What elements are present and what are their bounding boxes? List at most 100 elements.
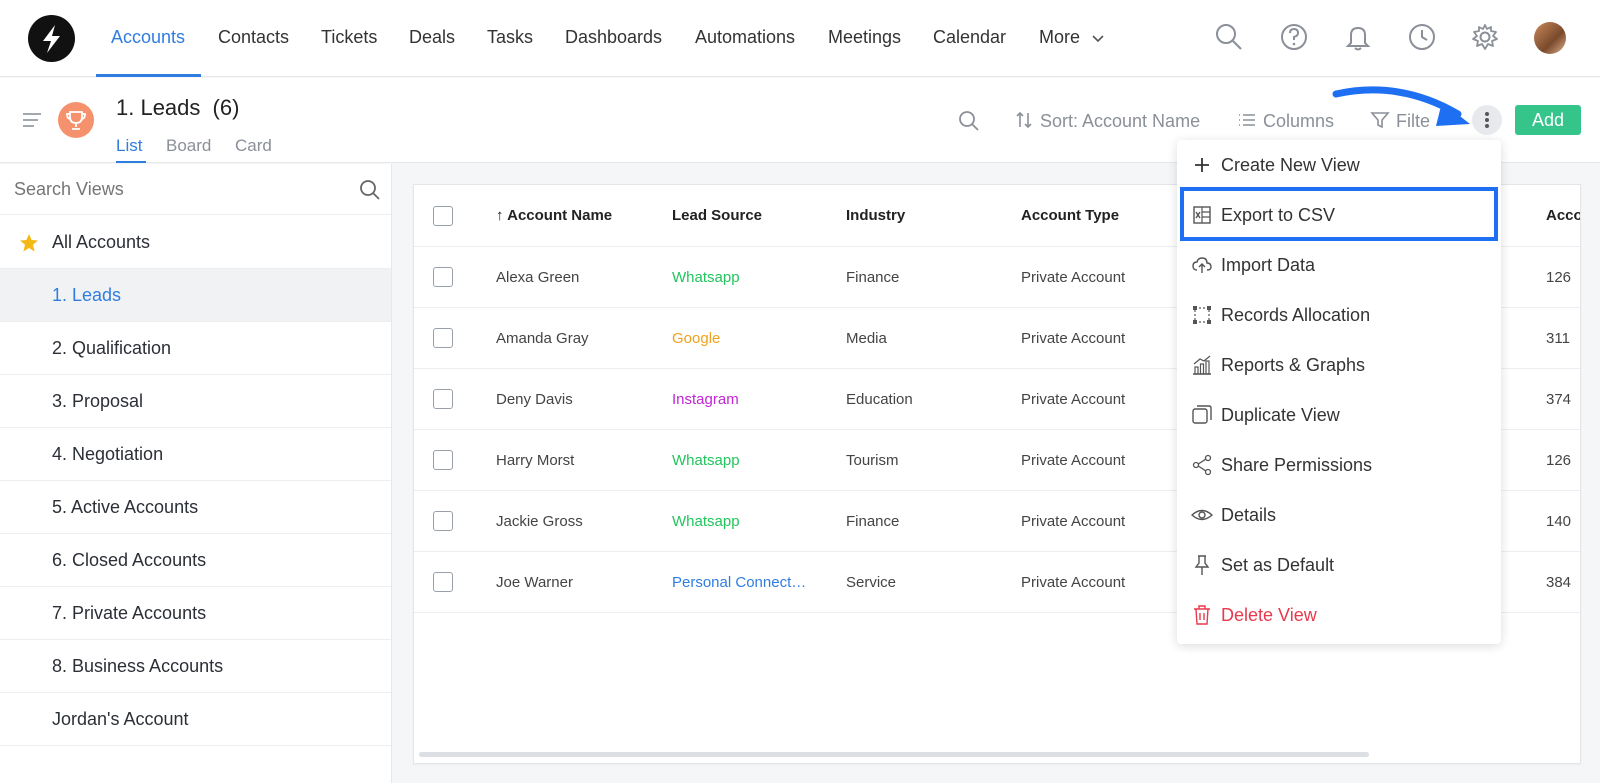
menu-item-import-data[interactable]: Import Data	[1177, 240, 1501, 290]
nav-tickets[interactable]: Tickets	[321, 27, 377, 48]
nav-more[interactable]: More	[1039, 27, 1105, 48]
top-navigation: Accounts Contacts Tickets Deals Tasks Da…	[0, 0, 1600, 77]
menu-item-set-as-default[interactable]: Set as Default	[1177, 540, 1501, 590]
nav-automations[interactable]: Automations	[695, 27, 795, 48]
sort-arrow-icon: ↑	[496, 207, 504, 224]
menu-item-label: Duplicate View	[1221, 405, 1340, 425]
row-checkbox[interactable]	[433, 389, 453, 409]
columns-label: Columns	[1263, 111, 1335, 131]
nav-calendar[interactable]: Calendar	[933, 27, 1006, 48]
nav-meetings[interactable]: Meetings	[828, 27, 901, 48]
cell-acco: 126	[1546, 452, 1572, 469]
cloud-upload-icon	[1192, 257, 1212, 273]
row-checkbox[interactable]	[433, 450, 453, 470]
clock-icon[interactable]	[1407, 22, 1437, 52]
plus-icon	[1195, 158, 1209, 172]
menu-item-records-allocation[interactable]: Records Allocation	[1177, 290, 1501, 340]
search-views-input[interactable]	[0, 165, 391, 215]
cell-industry: Service	[846, 574, 897, 591]
sidebar-item-qualification[interactable]: 2. Qualification	[0, 322, 391, 375]
row-checkbox[interactable]	[433, 572, 453, 592]
logo-icon	[43, 25, 60, 53]
nav-accounts[interactable]: Accounts	[111, 27, 185, 48]
horizontal-scrollbar[interactable]	[419, 752, 1369, 757]
column-header-account-name[interactable]: ↑ Account Name	[496, 207, 612, 224]
menu-item-create-new-view[interactable]: Create New View	[1177, 140, 1501, 190]
tab-board[interactable]: Board	[166, 136, 211, 156]
nav-deals[interactable]: Deals	[409, 27, 455, 48]
sidebar-item-closed-accounts[interactable]: 6. Closed Accounts	[0, 534, 391, 587]
cell-account-name[interactable]: Joe Warner	[496, 574, 573, 591]
eye-icon	[1191, 509, 1213, 521]
nav-tasks[interactable]: Tasks	[487, 27, 533, 48]
sidebar-item-label: 6. Closed Accounts	[52, 550, 207, 570]
cell-industry: Media	[846, 330, 887, 347]
menu-item-label: Create New View	[1221, 155, 1360, 175]
menu-item-label: Share Permissions	[1221, 455, 1373, 475]
select-all-checkbox[interactable]	[433, 206, 453, 226]
cell-account-type: Private Account	[1021, 269, 1126, 286]
view-search-icon[interactable]	[958, 110, 980, 132]
menu-item-label: Delete View	[1221, 605, 1317, 625]
cell-account-type: Private Account	[1021, 330, 1126, 347]
column-header-lead-source[interactable]: Lead Source	[672, 207, 762, 224]
cell-account-name[interactable]: Jackie Gross	[496, 513, 583, 530]
cell-account-name[interactable]: Harry Morst	[496, 452, 574, 469]
column-header-industry[interactable]: Industry	[846, 207, 905, 224]
cell-lead-source: Google	[672, 330, 721, 347]
column-header-account-type[interactable]: Account Type	[1021, 207, 1119, 224]
sidebar-item-label: 8. Business Accounts	[52, 656, 224, 676]
menu-item-delete-view[interactable]: Delete View	[1177, 590, 1501, 640]
sidebar-item-label: 2. Qualification	[52, 338, 172, 358]
gear-icon[interactable]	[1470, 22, 1500, 52]
sidebar-item-jordans-account[interactable]: Jordan's Account	[0, 693, 391, 746]
sidebar-item-label: 3. Proposal	[52, 391, 144, 411]
columns-button[interactable]: Columns	[1237, 110, 1334, 132]
active-nav-indicator	[96, 74, 201, 77]
help-icon[interactable]	[1279, 22, 1309, 52]
row-checkbox[interactable]	[433, 328, 453, 348]
cell-account-name[interactable]: Deny Davis	[496, 391, 573, 408]
column-header-acco[interactable]: Acco	[1546, 207, 1580, 224]
menu-item-label: Import Data	[1221, 255, 1316, 275]
user-avatar[interactable]	[1534, 22, 1566, 54]
add-button[interactable]: Add	[1515, 105, 1581, 135]
nav-contacts[interactable]: Contacts	[218, 27, 289, 48]
sidebar-item-business-accounts[interactable]: 8. Business Accounts	[0, 640, 391, 693]
hamburger-menu-icon[interactable]	[22, 112, 42, 128]
sidebar-item-leads[interactable]: 1. Leads	[0, 269, 391, 322]
sidebar-item-all-accounts[interactable]: All Accounts	[0, 216, 391, 269]
sidebar-item-proposal[interactable]: 3. Proposal	[0, 375, 391, 428]
sidebar-item-label: Jordan's Account	[52, 709, 189, 729]
menu-item-details[interactable]: Details	[1177, 490, 1501, 540]
row-checkbox[interactable]	[433, 267, 453, 287]
nav-more-label: More	[1039, 27, 1081, 47]
search-icon[interactable]	[1214, 22, 1244, 52]
cell-account-name[interactable]: Amanda Gray	[496, 330, 589, 347]
menu-item-duplicate-view[interactable]: Duplicate View	[1177, 390, 1501, 440]
duplicate-icon	[1192, 405, 1212, 424]
sidebar-item-active-accounts[interactable]: 5. Active Accounts	[0, 481, 391, 534]
header-label: Account Name	[507, 207, 613, 224]
search-views-icon[interactable]	[359, 179, 381, 201]
row-checkbox[interactable]	[433, 511, 453, 531]
menu-item-share-permissions[interactable]: Share Permissions	[1177, 440, 1501, 490]
menu-item-reports-graphs[interactable]: Reports & Graphs	[1177, 340, 1501, 390]
cell-acco: 384	[1546, 574, 1572, 591]
cell-industry: Finance	[846, 513, 900, 530]
app-logo[interactable]	[28, 15, 75, 62]
nav-dashboards[interactable]: Dashboards	[565, 27, 662, 48]
sidebar-item-private-accounts[interactable]: 7. Private Accounts	[0, 587, 391, 640]
sidebar-item-negotiation[interactable]: 4. Negotiation	[0, 428, 391, 481]
cell-account-name[interactable]: Alexa Green	[496, 269, 579, 286]
sort-button[interactable]: Sort: Account Name	[1014, 110, 1200, 132]
sidebar-item-label: 1. Leads	[52, 285, 122, 305]
bell-icon[interactable]	[1343, 22, 1373, 52]
list-icon	[1239, 114, 1255, 126]
cell-account-type: Private Account	[1021, 391, 1126, 408]
tab-card[interactable]: Card	[235, 136, 272, 156]
menu-item-label: Set as Default	[1221, 555, 1335, 575]
view-avatar	[58, 102, 94, 138]
tab-list[interactable]: List	[116, 136, 142, 156]
trash-icon	[1194, 605, 1210, 625]
